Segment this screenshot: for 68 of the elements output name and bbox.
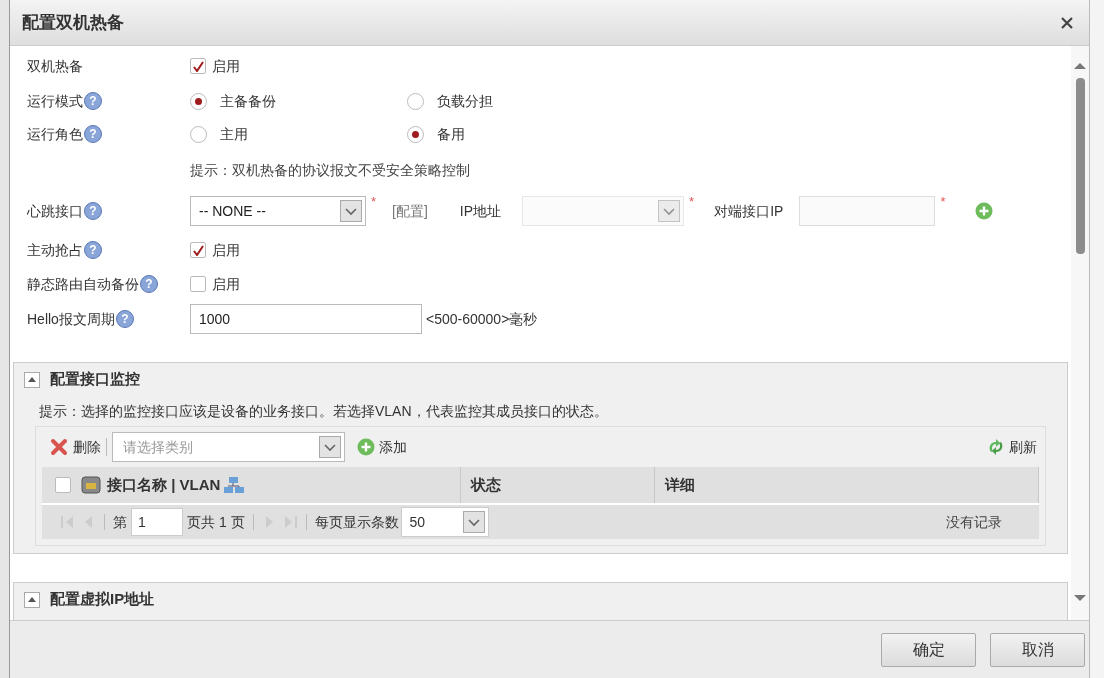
checkbox[interactable] bbox=[190, 276, 206, 292]
field-label: Hello报文周期 bbox=[27, 309, 115, 329]
page-number-input[interactable]: 1 bbox=[131, 508, 183, 536]
required-mark: * bbox=[371, 193, 377, 211]
radio-label: 主用 bbox=[220, 124, 248, 144]
radio-label: 负载分担 bbox=[437, 91, 493, 111]
select-value: 50 bbox=[409, 512, 426, 532]
field-label: IP地址 bbox=[459, 201, 502, 221]
column-header[interactable]: 详细 bbox=[665, 473, 695, 497]
empty-text: 没有记录 bbox=[946, 512, 1002, 532]
radio-button[interactable] bbox=[407, 92, 424, 110]
collapse-icon[interactable] bbox=[24, 591, 40, 608]
checkbox-label: 启用 bbox=[212, 240, 240, 260]
text-input[interactable]: 1000 bbox=[190, 304, 422, 334]
dialog-button[interactable]: 确定 bbox=[881, 633, 976, 667]
checkbox-label: 启用 bbox=[212, 274, 240, 294]
hint-text: 提示：选择的监控接口应该是设备的业务接口。若选择VLAN，代表监控其成员接口的状态。 bbox=[38, 401, 609, 421]
select-value: -- NONE -- bbox=[199, 201, 266, 221]
checkbox[interactable] bbox=[190, 58, 206, 74]
config-link[interactable]: [配置] bbox=[392, 200, 428, 222]
delete-button[interactable]: 删除 bbox=[50, 436, 101, 458]
unit-text: <500-60000>毫秒 bbox=[426, 309, 538, 329]
checkbox[interactable] bbox=[190, 242, 206, 258]
field-label: 心跳接口 bbox=[27, 201, 83, 221]
page-size-select[interactable]: 50 bbox=[400, 507, 489, 537]
column-header[interactable]: 接口名称 | VLAN bbox=[107, 473, 221, 497]
checkbox-label: 启用 bbox=[212, 56, 240, 76]
hint-text: 提示：双机热备的协议报文不受安全策略控制 bbox=[190, 160, 470, 180]
section-title: 配置虚拟IP地址 bbox=[50, 589, 155, 610]
scroll-down-icon[interactable] bbox=[1074, 594, 1086, 602]
checkbox[interactable] bbox=[55, 477, 71, 493]
interface-select[interactable]: -- NONE -- bbox=[190, 196, 366, 226]
dialog-title: 配置双机热备 bbox=[22, 11, 124, 34]
collapse-icon[interactable] bbox=[24, 371, 40, 388]
section-title: 配置接口监控 bbox=[50, 369, 140, 390]
close-icon[interactable] bbox=[1061, 16, 1073, 29]
field-label: 静态路由自动备份 bbox=[27, 274, 139, 294]
pager-label: 每页显示条数 bbox=[314, 512, 399, 532]
scroll-thumb[interactable] bbox=[1075, 78, 1085, 254]
scrollbar[interactable] bbox=[1071, 46, 1089, 620]
required-mark: * bbox=[689, 193, 695, 211]
port-icon bbox=[81, 475, 101, 495]
field-label: 运行模式 bbox=[27, 91, 83, 111]
radio-label: 备用 bbox=[437, 124, 465, 144]
field-label: 运行角色 bbox=[27, 124, 83, 144]
add-button[interactable]: 添加 bbox=[357, 436, 407, 458]
delete-icon bbox=[50, 438, 68, 456]
check-icon bbox=[192, 60, 204, 72]
radio-button[interactable] bbox=[190, 92, 207, 110]
dialog-button[interactable]: 取消 bbox=[990, 633, 1085, 667]
radio-button[interactable] bbox=[407, 125, 424, 143]
refresh-button[interactable]: 刷新 bbox=[987, 436, 1037, 458]
check-icon bbox=[192, 244, 204, 256]
column-header[interactable]: 状态 bbox=[471, 473, 501, 497]
radio-label: 主备备份 bbox=[220, 91, 276, 111]
field-label: 双机热备 bbox=[27, 56, 83, 76]
radio-button[interactable] bbox=[190, 125, 207, 143]
pager-label: 第 bbox=[113, 512, 127, 532]
plus-icon[interactable] bbox=[357, 438, 375, 456]
required-mark: * bbox=[940, 193, 946, 211]
select-placeholder: 请选择类别 bbox=[123, 437, 193, 457]
pager-label: 页共 1 页 bbox=[187, 512, 245, 532]
field-label: 主动抢占 bbox=[27, 240, 83, 260]
add-icon[interactable] bbox=[975, 202, 994, 220]
scroll-up-icon[interactable] bbox=[1074, 62, 1086, 70]
network-icon bbox=[223, 476, 246, 494]
refresh-icon bbox=[987, 438, 1005, 456]
field-label: 对端接口IP bbox=[714, 201, 784, 221]
